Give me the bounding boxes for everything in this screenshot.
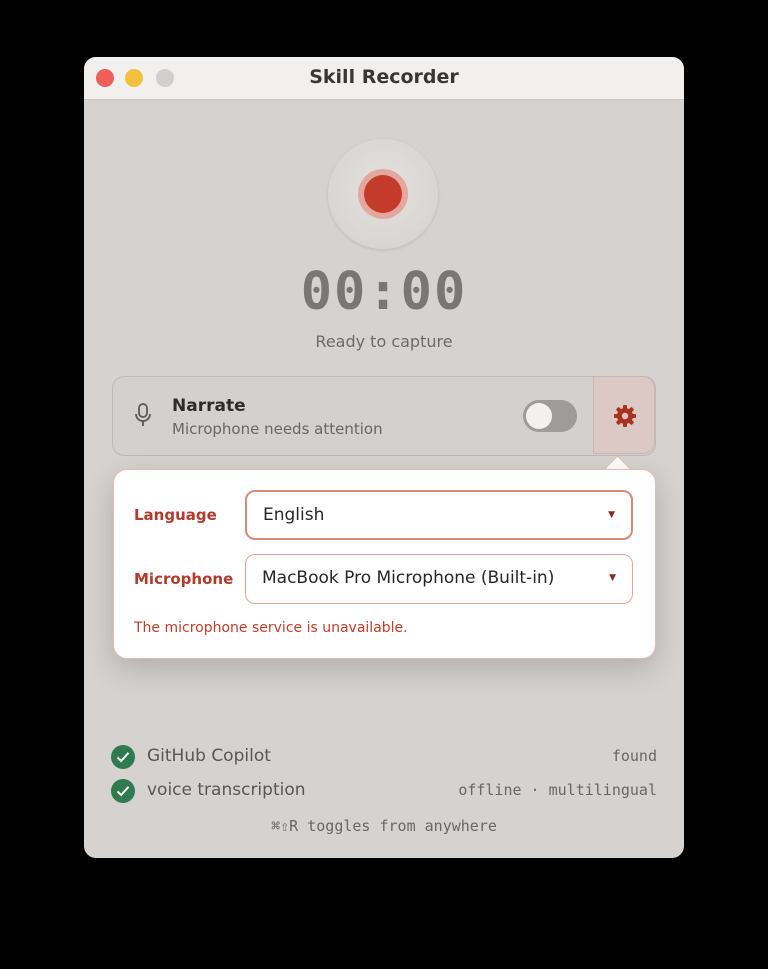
status-text: Ready to capture [315, 332, 453, 351]
settings-button[interactable] [593, 376, 655, 454]
transcription-status: offline · multilingual [458, 781, 657, 799]
shortcut-hint: ⌘⇧R toggles from anywhere [271, 817, 497, 835]
app-window: Skill Recorder 00:00 Ready to capture Na… [84, 57, 684, 858]
chevron-down-icon: ▼ [609, 573, 616, 583]
microphone-select[interactable]: MacBook Pro Microphone (Built-in) ▼ [245, 554, 633, 604]
language-value: English [263, 505, 325, 525]
narrate-card: Narrate Microphone needs attention [112, 376, 656, 456]
narrate-title: Narrate [172, 396, 246, 416]
copilot-label: GitHub Copilot [147, 746, 271, 766]
language-label: Language [134, 506, 217, 524]
gear-icon [614, 405, 636, 427]
check-icon [111, 745, 135, 769]
narrate-toggle[interactable] [523, 400, 577, 432]
record-dot-icon[interactable] [364, 175, 402, 213]
check-icon [111, 779, 135, 803]
title-bar: Skill Recorder [84, 57, 684, 100]
copilot-status: found [611, 747, 657, 765]
recording-timer: 00:00 [300, 262, 468, 322]
microphone-label: Microphone [134, 570, 234, 588]
narrate-subtitle: Microphone needs attention [172, 420, 383, 438]
toggle-knob [526, 403, 552, 429]
microphone-icon [135, 403, 151, 426]
microphone-value: MacBook Pro Microphone (Built-in) [262, 568, 555, 588]
window-title: Skill Recorder [309, 66, 459, 88]
settings-popover: Language English ▼ Microphone MacBook Pr… [113, 469, 656, 659]
microphone-error: The microphone service is unavailable. [134, 620, 408, 636]
transcription-label: voice transcription [147, 780, 306, 800]
chevron-down-icon: ▼ [608, 510, 615, 520]
language-select[interactable]: English ▼ [245, 490, 633, 540]
